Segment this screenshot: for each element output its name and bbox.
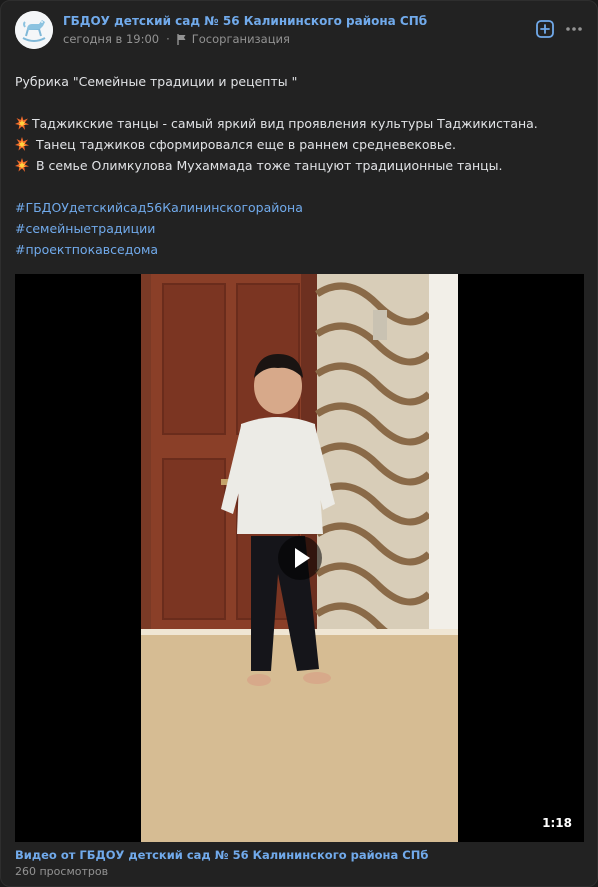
text-line-content: Таджикские танцы - самый яркий вид прояв… — [32, 116, 538, 131]
post-text: Рубрика "Семейные традиции и рецепты " Т… — [15, 71, 583, 260]
hashtag-link[interactable]: #проектпокавседома — [15, 239, 583, 260]
play-button[interactable] — [278, 536, 322, 580]
hashtag-link[interactable]: #семейныетрадиции — [15, 218, 583, 239]
community-avatar[interactable] — [15, 11, 53, 49]
add-square-button[interactable] — [535, 19, 555, 39]
rocking-horse-icon — [15, 11, 53, 49]
text-line: В семье Олимкулова Мухаммада тоже танцую… — [15, 155, 583, 176]
hashtag-link[interactable]: #ГБДОУдетскийсад56Калининскогорайона — [15, 197, 583, 218]
more-button[interactable] — [563, 19, 585, 39]
more-dots-icon — [566, 27, 582, 31]
post-time[interactable]: сегодня в 19:00 — [63, 32, 159, 46]
text-line: Таджикские танцы - самый яркий вид прояв… — [15, 113, 583, 134]
collision-emoji-icon — [15, 116, 29, 130]
play-icon — [295, 548, 310, 568]
meta-separator: · — [166, 32, 170, 46]
video-title-link[interactable]: Видео от ГБДОУ детский сад № 56 Калининс… — [15, 848, 428, 862]
collision-emoji-icon — [15, 158, 29, 172]
text-line: Танец таджиков сформировался еще в ранне… — [15, 134, 583, 155]
video-player[interactable]: 1:18 — [15, 274, 584, 842]
post-meta: сегодня в 19:00 · Госорганизация — [63, 32, 290, 46]
add-square-icon — [536, 20, 554, 38]
author-name[interactable]: ГБДОУ детский сад № 56 Калининского райо… — [63, 14, 427, 28]
flag-icon — [177, 33, 186, 45]
text-line-content: Танец таджиков сформировался еще в ранне… — [32, 137, 456, 152]
text-line-content: В семье Олимкулова Мухаммада тоже танцую… — [32, 158, 503, 173]
video-duration: 1:18 — [542, 816, 572, 830]
video-views: 260 просмотров — [15, 865, 109, 878]
collision-emoji-icon — [15, 137, 29, 151]
post-header: ГБДОУ детский сад № 56 Калининского райо… — [15, 11, 583, 51]
post-card: ГБДОУ детский сад № 56 Калининского райо… — [0, 0, 598, 887]
rubric-line: Рубрика "Семейные традиции и рецепты " — [15, 74, 298, 89]
org-type-label: Госорганизация — [191, 32, 290, 46]
